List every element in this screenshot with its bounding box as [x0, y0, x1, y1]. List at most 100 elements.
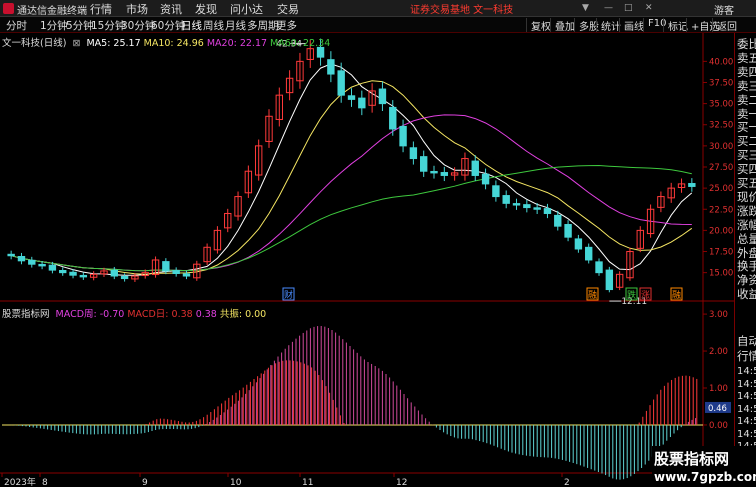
- period-tab-timeline[interactable]: 分时: [6, 18, 27, 33]
- back-button[interactable]: 返回: [712, 18, 737, 33]
- macd-histogram: [2, 325, 703, 480]
- candle-down: [182, 273, 191, 277]
- adjust-button[interactable]: 复权: [526, 18, 551, 33]
- candle-down: [59, 269, 67, 274]
- ma-label-3: MA60: 22.34: [270, 38, 331, 49]
- candle-down: [585, 246, 593, 261]
- notice-text[interactable]: 证券交易基地 文一科技: [410, 1, 513, 16]
- chart-annotations: 42.3412.11财融跌涨融: [276, 40, 683, 307]
- macd-label-0: MACD周: -0.70: [55, 309, 125, 320]
- candle-down: [110, 269, 118, 277]
- candle-down: [419, 156, 428, 172]
- close-icon[interactable]: ✕: [645, 3, 653, 13]
- price-tick-label: 20.00: [709, 226, 733, 236]
- period-tab-more[interactable]: 更多: [276, 18, 297, 33]
- stock-title: 文一科技(日线): [2, 38, 67, 49]
- candle-down: [605, 269, 614, 291]
- price-tick-label: 22.50: [709, 205, 733, 215]
- kline-chart[interactable]: 40.00 37.50 35.00 32.50 30.00 27.50 25.00 22.50…: [0, 33, 734, 487]
- overlay-button[interactable]: 叠加: [550, 18, 575, 33]
- minimize-icon[interactable]: —: [604, 3, 613, 13]
- candle-down: [481, 173, 490, 185]
- candle-down: [688, 183, 696, 187]
- candle-down: [69, 271, 77, 276]
- maximize-icon[interactable]: □: [624, 3, 633, 13]
- event-badge-label: 财: [284, 289, 293, 301]
- menu-item-market[interactable]: 市场: [126, 1, 148, 17]
- candle-down: [337, 70, 345, 96]
- macd-tick-label: 0.00: [709, 421, 728, 431]
- price-tick-label: 37.50: [709, 78, 733, 88]
- menu-item-ask[interactable]: 问小达: [230, 1, 263, 17]
- side-panel-tab[interactable]: 行情: [737, 348, 756, 364]
- event-badge-label: 融: [588, 290, 597, 301]
- toggle-icon[interactable]: ⊠: [72, 38, 80, 49]
- period-tab-multi[interactable]: 多周期: [247, 18, 279, 33]
- price-tick-label: 40.00: [709, 57, 733, 67]
- candle-down: [347, 95, 356, 100]
- period-tab-5min[interactable]: 5分钟: [66, 18, 94, 33]
- candle-down: [543, 208, 552, 214]
- candle-down: [430, 170, 438, 174]
- menu-item-news[interactable]: 资讯: [160, 1, 182, 17]
- price-tick-label: 35.00: [709, 100, 733, 110]
- candle-down: [595, 261, 603, 274]
- menu-item-trade[interactable]: 交易: [277, 1, 299, 17]
- candle-down: [533, 207, 541, 210]
- candle-down: [512, 203, 521, 206]
- user-label[interactable]: 游客: [714, 2, 734, 17]
- price-tick-label: 27.50: [709, 163, 733, 173]
- ma-label-0: MA5: 25.17: [86, 38, 141, 49]
- period-tab-daily[interactable]: 日线: [181, 18, 202, 33]
- menu-item-quotes[interactable]: 行情: [90, 1, 112, 17]
- period-tab-monthly[interactable]: 月线: [225, 18, 246, 33]
- mark-button[interactable]: 标记: [663, 18, 688, 33]
- date-label: 10: [230, 478, 242, 487]
- candle-down: [502, 195, 510, 204]
- indicator-title: 股票指标网: [2, 309, 50, 320]
- candle-down: [471, 160, 479, 176]
- ma-label-1: MA10: 24.96: [143, 38, 204, 49]
- watermark-url: www.7gpzb.com: [654, 470, 756, 484]
- dropdown-icon[interactable]: ▼: [582, 3, 589, 13]
- macd-tick-label: 2.00: [709, 347, 728, 357]
- side-panel-label: 收益: [737, 287, 756, 302]
- menu-item-discover[interactable]: 发现: [195, 1, 217, 17]
- ma-line-1: [11, 80, 693, 275]
- macd-current-label: 0.46: [708, 404, 727, 414]
- period-tab-weekly[interactable]: 周线: [203, 18, 224, 33]
- ma-label-2: MA20: 22.17: [206, 38, 268, 49]
- candle-down: [358, 97, 366, 109]
- macd-tick-label: 3.00: [709, 310, 728, 320]
- candle-down: [409, 147, 418, 160]
- app-logo-icon: [3, 3, 14, 14]
- macd-info-bar: 股票指标网 MACD周: -0.70 MACD日: 0.38 0.38 共振: 0.0…: [2, 306, 272, 320]
- macd-label-3: 共振: 0.00: [219, 309, 267, 320]
- date-label: 11: [302, 478, 313, 487]
- candle-down: [399, 125, 407, 147]
- date-label: 9: [142, 478, 148, 487]
- stats-button[interactable]: 统计: [596, 18, 621, 33]
- tick-time: 14:50: [737, 391, 756, 402]
- title-bar: 通达信金融终端 行情 市场 资讯 发现 问小达 交易 证券交易基地 文一科技 ▼…: [0, 0, 756, 17]
- tick-time: 14:50: [737, 366, 756, 377]
- tick-time: 14:50: [737, 416, 756, 427]
- period-toolbar: 分时 1分钟 5分钟 15分钟 30分钟 60分钟 日线 周线 月线 多周期 更…: [0, 17, 756, 33]
- price-tick-label: 32.50: [709, 121, 733, 131]
- side-panel-tab[interactable]: 自动: [737, 333, 756, 349]
- candle-down: [7, 253, 15, 257]
- period-tab-1min[interactable]: 1分钟: [40, 18, 68, 33]
- watermark: 股票指标网 www.7gpzb.com: [652, 446, 756, 487]
- candle-down: [172, 270, 180, 274]
- candle-down: [564, 224, 572, 238]
- draw-line-button[interactable]: 画线: [619, 18, 644, 33]
- candle-down: [17, 256, 26, 262]
- quote-side-panel: 委比 卖五 卖四 卖三 卖二 卖一 买一 买二 买三 买四 买五 现价 涨跌 涨幅 总量 外盘 换手 净资 收益 自动…: [734, 33, 756, 487]
- candle-down: [389, 106, 397, 130]
- macd-tick-label: 1.00: [709, 384, 728, 394]
- price-tick-label: 30.00: [709, 142, 733, 152]
- app-name: 通达信金融终端: [17, 6, 87, 17]
- tick-time: 14:50: [737, 403, 756, 415]
- date-label: 2: [564, 478, 570, 487]
- candle-down: [79, 274, 88, 278]
